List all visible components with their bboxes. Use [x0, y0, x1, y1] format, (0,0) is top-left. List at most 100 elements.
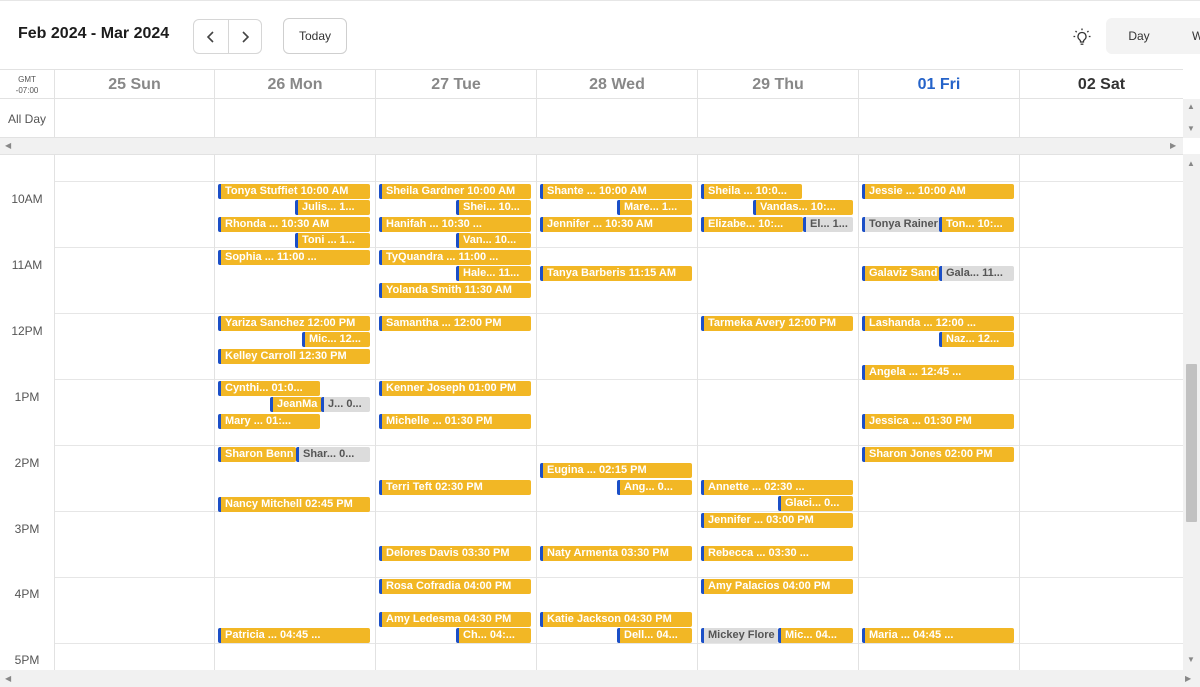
all-day-cell[interactable] [537, 99, 698, 138]
calendar-event[interactable]: Naty Armenta 03:30 PM [540, 546, 692, 561]
all-day-cell[interactable] [215, 99, 376, 138]
calendar-event[interactable]: Shei... 10... [456, 200, 531, 215]
day-column-sat[interactable] [1020, 155, 1183, 670]
day-header-wed[interactable]: 28 Wed [537, 70, 698, 99]
all-day-scrollbar[interactable]: ▲ ▼ [1183, 99, 1200, 138]
calendar-event[interactable]: Sophia ... 11:00 ... [218, 250, 370, 265]
calendar-event[interactable]: Rebecca ... 03:30 ... [701, 546, 853, 561]
calendar-event[interactable]: Tonya Rainer [862, 217, 940, 232]
scrollbar-thumb[interactable] [1186, 364, 1197, 522]
calendar-event[interactable]: Elizabe... 10:... [701, 217, 803, 232]
calendar-event[interactable]: Gala... 11... [939, 266, 1014, 281]
calendar-event[interactable]: Ton... 10:... [939, 217, 1014, 232]
calendar-event[interactable]: Lashanda ... 12:00 ... [862, 316, 1014, 331]
calendar-event[interactable]: Delores Davis 03:30 PM [379, 546, 531, 561]
calendar-event[interactable]: Shar... 0... [296, 447, 370, 462]
header-horizontal-scrollbar[interactable]: ◀ ▶ [0, 138, 1183, 154]
calendar-event[interactable]: Mic... 04... [778, 628, 853, 643]
calendar-event[interactable]: Sheila Gardner 10:00 AM [379, 184, 531, 199]
calendar-event[interactable]: Dell... 04... [617, 628, 692, 643]
all-day-cell[interactable] [1020, 99, 1183, 138]
calendar-event[interactable]: Samantha ... 12:00 PM [379, 316, 531, 331]
day-column-fri[interactable] [859, 155, 1020, 670]
calendar-event[interactable]: Rhonda ... 10:30 AM [218, 217, 370, 232]
today-button[interactable]: Today [283, 18, 347, 54]
calendar-event[interactable]: Ch... 04:... [456, 628, 531, 643]
calendar-event[interactable]: Van... 10... [456, 233, 531, 248]
calendar-event[interactable]: Nancy Mitchell 02:45 PM [218, 497, 370, 512]
all-day-cell[interactable] [698, 99, 859, 138]
day-column-sun[interactable] [55, 155, 215, 670]
previous-button[interactable] [194, 20, 228, 53]
all-day-cell[interactable] [376, 99, 537, 138]
calendar-event[interactable]: Jessica ... 01:30 PM [862, 414, 1014, 429]
calendar-event[interactable]: Ang... 0... [617, 480, 692, 495]
calendar-event[interactable]: Yolanda Smith 11:30 AM [379, 283, 531, 298]
calendar-event[interactable]: Julis... 1... [295, 200, 370, 215]
calendar-event[interactable]: Hanifah ... 10:30 ... [379, 217, 531, 232]
day-header-mon[interactable]: 26 Mon [215, 70, 376, 99]
day-column-wed[interactable] [537, 155, 698, 670]
scroll-left-icon[interactable]: ◀ [5, 675, 11, 683]
calendar-event[interactable]: Mary ... 01:... [218, 414, 320, 429]
scroll-right-icon[interactable]: ▶ [1170, 142, 1176, 150]
calendar-event[interactable]: Jessie ... 10:00 AM [862, 184, 1014, 199]
calendar-event[interactable]: Patricia ... 04:45 ... [218, 628, 370, 643]
next-button[interactable] [227, 20, 262, 53]
calendar-event[interactable]: Mickey Flore [701, 628, 778, 643]
calendar-event[interactable]: Shante ... 10:00 AM [540, 184, 692, 199]
calendar-event[interactable]: Tarmeka Avery 12:00 PM [701, 316, 853, 331]
calendar-event[interactable]: Mic... 12... [302, 332, 370, 347]
calendar-event[interactable]: Cynthi... 01:0... [218, 381, 320, 396]
calendar-event[interactable]: Toni ... 1... [295, 233, 370, 248]
scroll-left-icon[interactable]: ◀ [5, 142, 11, 150]
calendar-event[interactable]: Katie Jackson 04:30 PM [540, 612, 692, 627]
calendar-event[interactable]: Annette ... 02:30 ... [701, 480, 853, 495]
calendar-event[interactable]: Vandas... 10:... [753, 200, 853, 215]
calendar-event[interactable]: Glaci... 0... [778, 496, 853, 511]
scroll-up-icon[interactable]: ▲ [1187, 103, 1195, 111]
scroll-down-icon[interactable]: ▼ [1187, 656, 1195, 664]
view-week-button[interactable]: W [1192, 18, 1200, 54]
calendar-event[interactable]: Angela ... 12:45 ... [862, 365, 1014, 380]
calendar-event[interactable]: Hale... 11... [456, 266, 531, 281]
calendar-event[interactable]: Sharon Jones 02:00 PM [862, 447, 1014, 462]
calendar-event[interactable]: Amy Ledesma 04:30 PM [379, 612, 531, 627]
calendar-event[interactable]: Jennifer ... 03:00 PM [701, 513, 853, 528]
grid-horizontal-scrollbar[interactable]: ◀ ▶ [0, 670, 1200, 687]
calendar-event[interactable]: J... 0... [321, 397, 370, 412]
calendar-event[interactable]: JeanMa [270, 397, 322, 412]
calendar-event[interactable]: El... 1... [803, 217, 853, 232]
theme-toggle-button[interactable] [1070, 25, 1094, 49]
scroll-right-icon[interactable]: ▶ [1185, 675, 1191, 683]
calendar-event[interactable]: Michelle ... 01:30 PM [379, 414, 531, 429]
scroll-up-icon[interactable]: ▲ [1187, 160, 1195, 168]
day-header-tue[interactable]: 27 Tue [376, 70, 537, 99]
calendar-event[interactable]: Jennifer ... 10:30 AM [540, 217, 692, 232]
scroll-down-icon[interactable]: ▼ [1187, 125, 1195, 133]
calendar-event[interactable]: Kelley Carroll 12:30 PM [218, 349, 370, 364]
calendar-event[interactable]: Maria ... 04:45 ... [862, 628, 1014, 643]
view-day-button[interactable]: Day [1106, 18, 1172, 54]
calendar-event[interactable]: Kenner Joseph 01:00 PM [379, 381, 531, 396]
calendar-event[interactable]: Sheila ... 10:0... [701, 184, 802, 199]
calendar-event[interactable]: Rosa Cofradia 04:00 PM [379, 579, 531, 594]
day-header-fri[interactable]: 01 Fri [859, 70, 1020, 99]
all-day-cell[interactable] [55, 99, 215, 138]
day-header-sat[interactable]: 02 Sat [1020, 70, 1183, 99]
calendar-event[interactable]: Sharon Benn [218, 447, 296, 462]
grid-vertical-scrollbar[interactable]: ▲ ▼ [1183, 154, 1200, 670]
day-header-sun[interactable]: 25 Sun [55, 70, 215, 99]
calendar-event[interactable]: Eugina ... 02:15 PM [540, 463, 692, 478]
calendar-event[interactable]: Mare... 1... [617, 200, 692, 215]
all-day-cell[interactable] [859, 99, 1020, 138]
calendar-event[interactable]: Tonya Stuffiet 10:00 AM [218, 184, 370, 199]
day-header-thu[interactable]: 29 Thu [698, 70, 859, 99]
calendar-event[interactable]: Yariza Sanchez 12:00 PM [218, 316, 370, 331]
calendar-event[interactable]: Galaviz Sand [862, 266, 939, 281]
calendar-event[interactable]: TyQuandra ... 11:00 ... [379, 250, 531, 265]
calendar-event[interactable]: Terri Teft 02:30 PM [379, 480, 531, 495]
calendar-event[interactable]: Naz... 12... [939, 332, 1014, 347]
calendar-event[interactable]: Tanya Barberis 11:15 AM [540, 266, 692, 281]
calendar-event[interactable]: Amy Palacios 04:00 PM [701, 579, 853, 594]
